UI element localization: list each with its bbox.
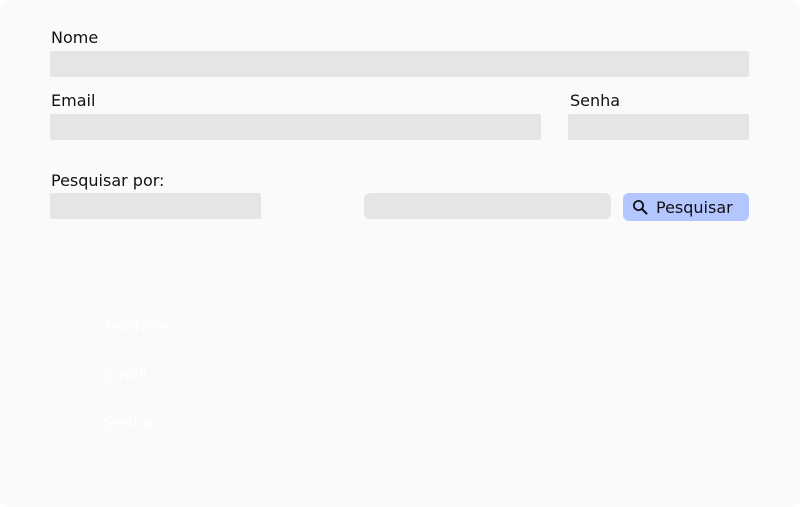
- dropdown-option-senha[interactable]: Senha: [103, 413, 153, 432]
- pesquisar-por-label: Pesquisar por:: [51, 171, 165, 190]
- nome-label: Nome: [51, 28, 99, 47]
- email-input[interactable]: [50, 114, 541, 140]
- senha-input[interactable]: [568, 114, 749, 140]
- email-label: Email: [51, 91, 96, 110]
- nome-input[interactable]: [50, 51, 749, 77]
- dropdown-option-email[interactable]: Email: [103, 365, 147, 384]
- search-icon: [632, 199, 648, 215]
- search-button-label: Pesquisar: [656, 197, 733, 217]
- search-button[interactable]: Pesquisar: [623, 193, 749, 221]
- search-query-input[interactable]: [364, 193, 611, 219]
- senha-label: Senha: [570, 91, 621, 110]
- dropdown-option-telefone[interactable]: Telefone: [103, 317, 170, 336]
- pesquisar-por-select[interactable]: [50, 193, 261, 219]
- form-panel: Nome Email Senha Pesquisar por: Pesquisa…: [0, 0, 800, 507]
